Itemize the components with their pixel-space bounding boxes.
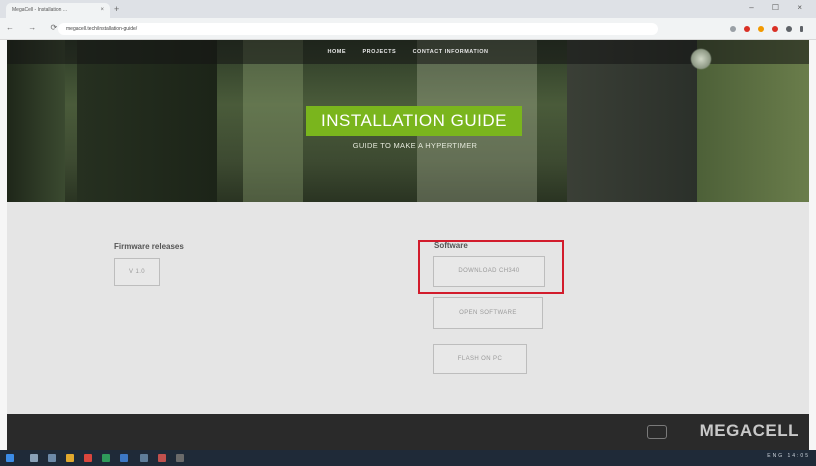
highlight-box bbox=[418, 240, 564, 294]
address-bar-row: ← → ⟳ megacell.tech/installation-guide/ bbox=[0, 18, 816, 40]
profile-icon[interactable] bbox=[786, 26, 792, 32]
site-logo-icon[interactable] bbox=[690, 48, 712, 70]
flash-on-pc-button[interactable]: FLASH ON PC bbox=[433, 344, 527, 374]
website: HOME PROJECTS CONTACT INFORMATION INSTAL… bbox=[7, 40, 809, 450]
start-icon[interactable] bbox=[6, 454, 14, 462]
app-icon[interactable] bbox=[176, 454, 184, 462]
forest-image bbox=[77, 40, 217, 202]
nav-item-home[interactable]: HOME bbox=[328, 49, 347, 55]
forest-image bbox=[7, 40, 65, 202]
tab-title: MegaCell - Installation ... bbox=[12, 7, 68, 13]
chrome-icon[interactable] bbox=[84, 454, 92, 462]
page-title: INSTALLATION GUIDE bbox=[306, 106, 522, 136]
hero-banner: HOME PROJECTS CONTACT INFORMATION INSTAL… bbox=[7, 40, 809, 202]
search-icon[interactable] bbox=[30, 454, 38, 462]
firmware-v1-button[interactable]: V 1.0 bbox=[114, 258, 160, 286]
downloads-section: Firmware releases V 1.0 Software DOWNLOA… bbox=[7, 202, 809, 414]
navigation-buttons[interactable]: ← → ⟳ bbox=[6, 23, 63, 32]
url-text: megacell.tech/installation-guide/ bbox=[66, 26, 138, 32]
site-footer: MEGACELL bbox=[7, 414, 809, 450]
task-view-icon[interactable] bbox=[48, 454, 56, 462]
browser-tab[interactable]: MegaCell - Installation ... × bbox=[6, 3, 110, 18]
forest-image bbox=[243, 40, 303, 202]
new-tab-button[interactable]: + bbox=[114, 4, 119, 14]
system-tray[interactable]: ENG 14:05 bbox=[767, 453, 810, 459]
main-navigation: HOME PROJECTS CONTACT INFORMATION bbox=[7, 40, 809, 64]
file-explorer-icon[interactable] bbox=[66, 454, 74, 462]
app-icon[interactable] bbox=[102, 454, 110, 462]
extension-icon[interactable] bbox=[772, 26, 778, 32]
app-icon[interactable] bbox=[120, 454, 128, 462]
footer-logo: MEGACELL bbox=[699, 421, 799, 440]
app-icon[interactable] bbox=[140, 454, 148, 462]
os-taskbar: ENG 14:05 bbox=[0, 450, 816, 466]
browser-tab-bar: MegaCell - Installation ... × + – ☐ × bbox=[0, 0, 816, 18]
forest-image bbox=[697, 40, 809, 202]
page-subtitle: GUIDE TO MAKE A HYPERTIMER bbox=[352, 141, 478, 150]
extension-icon[interactable] bbox=[730, 26, 736, 32]
window-controls[interactable]: – ☐ × bbox=[749, 3, 810, 12]
close-tab-icon[interactable]: × bbox=[100, 7, 104, 13]
nav-item-projects[interactable]: PROJECTS bbox=[362, 49, 396, 55]
url-input[interactable]: megacell.tech/installation-guide/ bbox=[58, 23, 658, 35]
megacell-mark-icon bbox=[647, 425, 667, 439]
menu-icon[interactable] bbox=[800, 26, 803, 32]
forest-image bbox=[567, 40, 697, 202]
firmware-title: Firmware releases bbox=[114, 242, 184, 251]
open-software-button[interactable]: OPEN SOFTWARE bbox=[433, 297, 543, 329]
extension-icon[interactable] bbox=[744, 26, 750, 32]
extension-icon[interactable] bbox=[758, 26, 764, 32]
app-icon[interactable] bbox=[158, 454, 166, 462]
nav-item-contact[interactable]: CONTACT INFORMATION bbox=[413, 49, 489, 55]
